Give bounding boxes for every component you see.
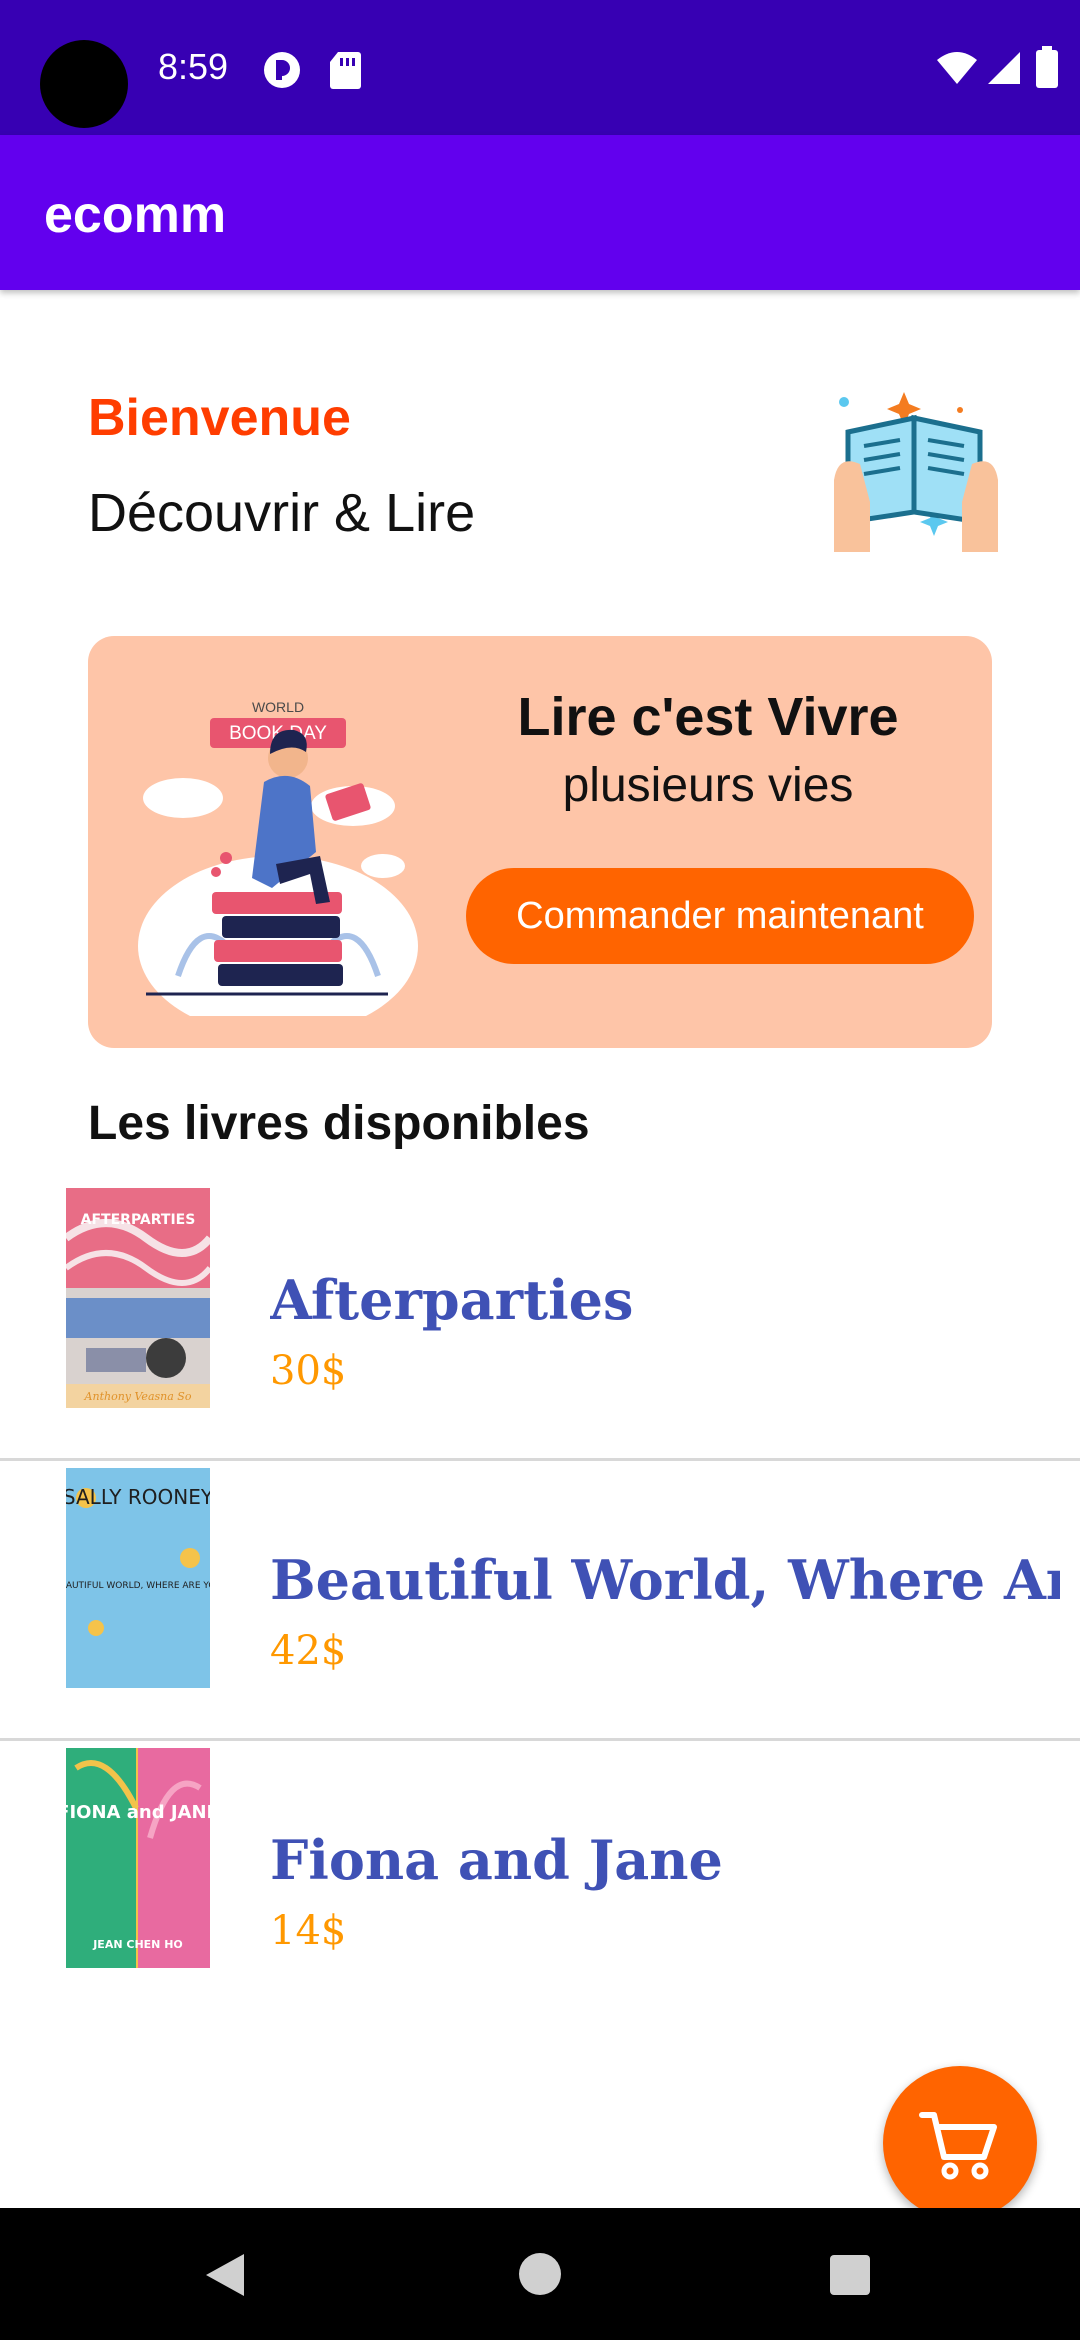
book-title: Beautiful World, Where Are You [270, 1548, 1060, 1612]
cart-icon [919, 2112, 997, 2180]
app-bar: ecomm [0, 135, 1080, 290]
welcome-subtitle: Découvrir & Lire [88, 483, 476, 543]
status-bar: 8:59 [0, 0, 1080, 135]
book-price: 30$ [270, 1348, 347, 1394]
book-cover-afterparties: AFTERPARTIES Anthony Veasna So [66, 1188, 210, 1408]
back-icon[interactable] [202, 2252, 248, 2298]
status-time: 8:59 [158, 46, 229, 87]
cart-button[interactable] [883, 2066, 1037, 2220]
order-now-button[interactable]: Commander maintenant [466, 868, 974, 964]
cover-author-text: Anthony Veasna So [84, 1390, 192, 1403]
signal-icon [988, 52, 1020, 84]
world-book-day-illustration: WORLD BOOK DAY [138, 699, 418, 1016]
book-price: 42$ [270, 1628, 347, 1674]
banner-title: Lire c'est Vivre [517, 687, 899, 747]
book-cover-beautiful-world: SALLY ROONEY BEAUTIFUL WORLD, WHERE ARE … [66, 1468, 210, 1688]
cover-title-text: AFTERPARTIES [81, 1212, 196, 1228]
data-saver-icon [264, 52, 300, 88]
wifi-icon [937, 52, 977, 84]
book-title: Fiona and Jane [270, 1828, 723, 1892]
cover-title-text: SALLY ROONEY [66, 1485, 210, 1509]
section-title: Les livres disponibles [88, 1097, 590, 1150]
sd-card-icon [330, 52, 361, 89]
battery-icon [1036, 46, 1058, 88]
list-item[interactable]: AFTERPARTIES Anthony Veasna So Afterpart… [0, 1178, 1080, 1461]
camera-cutout [40, 40, 128, 128]
home-icon[interactable] [518, 2252, 562, 2296]
cover-title-text: FIONA and JANE [66, 1802, 210, 1823]
promo-banner: WORLD BOOK DAY Lire c'est Vivre plusieur… [88, 636, 992, 1048]
system-nav-bar [0, 2208, 1080, 2340]
list-item[interactable]: FIONA and JANE JEAN CHEN HO Fiona and Ja… [0, 1738, 1080, 2018]
reading-book-illustration [834, 392, 998, 552]
recents-icon[interactable] [829, 2254, 871, 2296]
welcome-title: Bienvenue [88, 389, 351, 447]
app-title: ecomm [44, 186, 227, 244]
cover-author-text: JEAN CHEN HO [92, 1938, 183, 1951]
book-cover-fiona-and-jane: FIONA and JANE JEAN CHEN HO [66, 1748, 210, 1968]
cover-author-text: BEAUTIFUL WORLD, WHERE ARE YOU [66, 1581, 210, 1591]
banner-subtitle: plusieurs vies [562, 759, 854, 812]
book-price: 14$ [270, 1908, 347, 1954]
list-item[interactable]: SALLY ROONEY BEAUTIFUL WORLD, WHERE ARE … [0, 1458, 1080, 1741]
book-title: Afterparties [270, 1268, 634, 1332]
badge-line-1: WORLD [252, 699, 304, 715]
